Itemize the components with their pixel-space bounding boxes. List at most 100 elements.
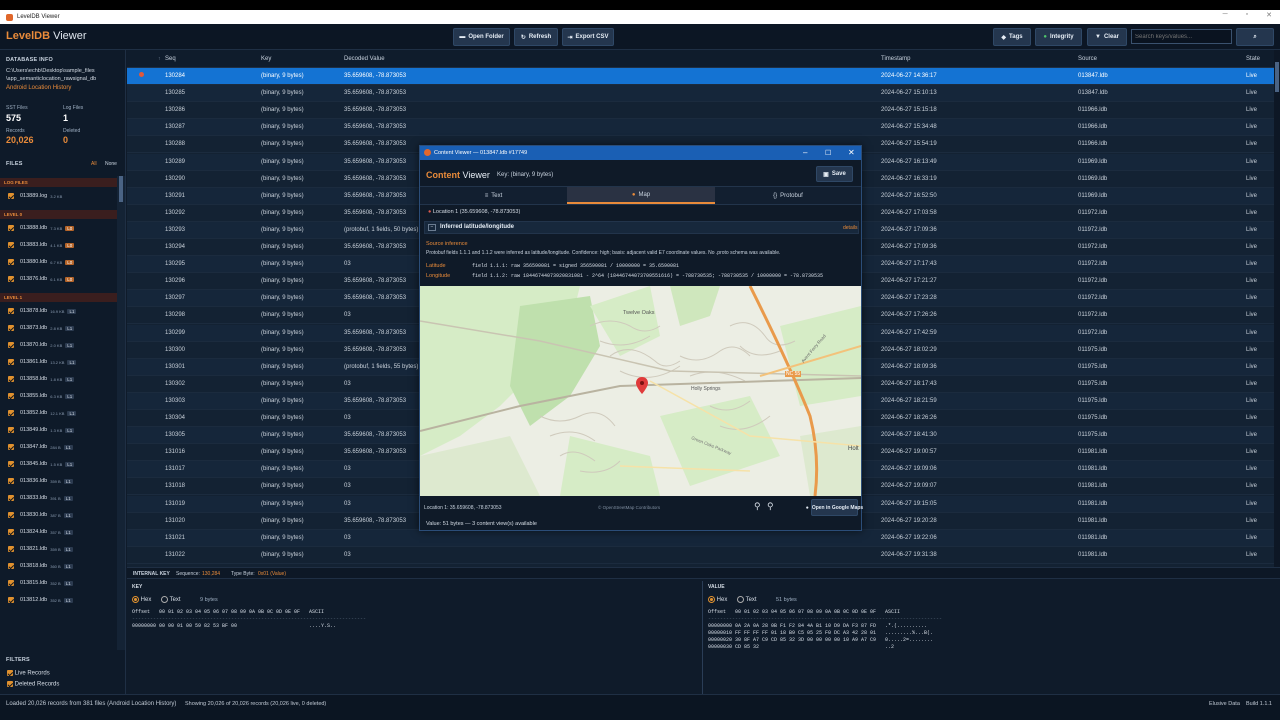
integrity-button[interactable]: ● Integrity xyxy=(1035,28,1082,46)
file-checkbox[interactable] xyxy=(8,563,14,569)
file-checkbox[interactable] xyxy=(8,225,14,231)
tab-text[interactable]: ≡ Text xyxy=(420,187,567,204)
col-state[interactable]: State xyxy=(1246,56,1260,62)
select-none-link[interactable]: None xyxy=(105,161,117,167)
cell-key: (binary, 9 bytes) xyxy=(261,261,304,268)
file-item[interactable]: 013849.ldb 1.3 KB L1 xyxy=(8,425,75,435)
file-checkbox[interactable] xyxy=(8,461,14,467)
dialog-minimize-icon[interactable]: – xyxy=(803,148,807,157)
file-item[interactable]: 013873.ldb 2.8 KB L1 xyxy=(8,323,75,333)
table-scrollbar[interactable] xyxy=(1274,50,1280,567)
file-item[interactable]: 013889.log 3.2 KB xyxy=(8,191,62,201)
tags-button[interactable]: ◆ Tags xyxy=(993,28,1031,46)
live-records-checkbox[interactable]: Live Records xyxy=(7,670,50,677)
open-google-maps-button[interactable]: ● Open in Google Maps xyxy=(806,499,863,516)
file-checkbox[interactable] xyxy=(8,597,14,603)
file-item[interactable]: 013858.ldb 1.8 KB L1 xyxy=(8,374,75,384)
key-pane: KEY Hex Text 9 bytes Offset 00 01 02 03 … xyxy=(127,581,703,695)
file-checkbox[interactable] xyxy=(8,580,14,586)
select-all-link[interactable]: All xyxy=(91,161,97,167)
file-checkbox[interactable] xyxy=(8,546,14,552)
file-checkbox[interactable] xyxy=(8,512,14,518)
table-row[interactable]: 130285 (binary, 9 bytes) 35.659608, -78.87… xyxy=(127,85,1274,103)
file-checkbox[interactable] xyxy=(8,242,14,248)
clear-button[interactable]: ▼ Clear xyxy=(1087,28,1127,46)
file-checkbox[interactable] xyxy=(8,325,14,331)
value-hex-radio[interactable]: Hex xyxy=(708,596,727,603)
file-item[interactable]: 013880.ldb 6.7 KB L0 xyxy=(8,257,75,267)
file-checkbox[interactable] xyxy=(8,393,14,399)
key-text-radio[interactable]: Text xyxy=(161,596,181,603)
file-item[interactable]: 013821.ldb 359 B L1 xyxy=(8,544,73,554)
col-decoded-value[interactable]: Decoded Value xyxy=(344,56,385,62)
open-folder-button[interactable]: ▬ Open Folder xyxy=(453,28,510,46)
file-item[interactable]: 013845.ldb 1.5 KB L1 xyxy=(8,459,75,469)
file-item[interactable]: 013824.ldb 357 B L1 xyxy=(8,527,73,537)
col-timestamp[interactable]: Timestamp xyxy=(881,56,910,62)
file-item[interactable]: 013852.ldb 12.1 KB L1 xyxy=(8,408,77,418)
col-seq[interactable]: Seq xyxy=(165,56,176,62)
details-link[interactable]: details xyxy=(843,225,857,231)
file-checkbox[interactable] xyxy=(8,308,14,314)
file-item[interactable]: 013818.ldb 360 B L1 xyxy=(8,561,73,571)
minimize-icon[interactable]: ─ xyxy=(1223,11,1228,19)
sequence-value: 130,284 xyxy=(202,571,221,577)
key-hex-radio[interactable]: Hex xyxy=(132,596,151,603)
tab-map[interactable]: ● Map xyxy=(567,187,715,204)
maximize-icon[interactable]: ▫ xyxy=(1246,11,1248,19)
export-csv-button[interactable]: ⇥ Export CSV xyxy=(562,28,614,46)
dialog-key-info: Key: (binary, 9 bytes) xyxy=(497,172,554,178)
file-item[interactable]: 013833.ldb 391 B L1 xyxy=(8,493,73,503)
value-text-radio[interactable]: Text xyxy=(737,596,757,603)
col-source[interactable]: Source xyxy=(1078,56,1097,62)
file-item[interactable]: 013878.ldb 16.9 KB L1 xyxy=(8,306,77,316)
table-row[interactable]: 131021 (binary, 9 bytes) 03 2024-06-27 19:2… xyxy=(127,529,1274,547)
file-item[interactable]: 013836.ldb 359 B L1 xyxy=(8,476,73,486)
file-item[interactable]: 013847.ldb 284 B L1 xyxy=(8,442,73,452)
table-row[interactable]: 130287 (binary, 9 bytes) 35.659608, -78.87… xyxy=(127,119,1274,137)
file-checkbox[interactable] xyxy=(8,342,14,348)
file-checkbox[interactable] xyxy=(8,410,14,416)
col-key[interactable]: Key xyxy=(261,56,271,62)
file-item[interactable]: 013855.ldb 6.3 KB L1 xyxy=(8,391,75,401)
refresh-button[interactable]: ↻ Refresh xyxy=(514,28,558,46)
tab-protobuf[interactable]: {} Protobuf xyxy=(715,187,861,204)
file-checkbox[interactable] xyxy=(8,193,14,199)
dialog-close-icon[interactable]: ✕ xyxy=(848,148,855,157)
close-icon[interactable]: ✕ xyxy=(1266,11,1272,19)
file-size: 284 B xyxy=(50,444,61,450)
deleted-records-checkbox[interactable]: Deleted Records xyxy=(7,681,59,688)
file-checkbox[interactable] xyxy=(8,276,14,282)
save-button[interactable]: ▣ Save xyxy=(816,166,853,182)
search-button[interactable]: ⌕ xyxy=(1236,28,1274,46)
file-checkbox[interactable] xyxy=(8,427,14,433)
file-checkbox[interactable] xyxy=(8,529,14,535)
map-view[interactable]: Twelve Oaks Holly Springs Green Oaks Par… xyxy=(420,286,861,496)
file-list-scrollbar[interactable] xyxy=(117,176,125,650)
file-checkbox[interactable] xyxy=(8,376,14,382)
file-item[interactable]: 013812.ldb 352 B L1 xyxy=(8,595,73,605)
cell-seq: 130294 xyxy=(165,244,186,250)
file-item[interactable]: 013870.ldb 2.0 KB L1 xyxy=(8,340,75,350)
file-item[interactable]: 013815.ldb 352 B L1 xyxy=(8,578,73,588)
file-checkbox[interactable] xyxy=(8,359,14,365)
file-checkbox[interactable] xyxy=(8,495,14,501)
file-item[interactable]: 013861.ldb 13.2 KB L1 xyxy=(8,357,77,367)
file-checkbox[interactable] xyxy=(8,259,14,265)
cell-timestamp: 2024-06-27 15:54:19 xyxy=(881,141,937,148)
cell-seq: 130299 xyxy=(165,329,186,336)
inferred-section-header[interactable]: − Inferred latitude/longitude details xyxy=(424,221,859,234)
table-row[interactable]: 131022 (binary, 9 bytes) 03 2024-06-27 19:3… xyxy=(127,547,1274,564)
zoom-out-icon[interactable]: ⚲ xyxy=(767,501,774,512)
file-checkbox[interactable] xyxy=(8,478,14,484)
file-checkbox[interactable] xyxy=(8,444,14,450)
file-item[interactable]: 013830.ldb 387 B L1 xyxy=(8,510,73,520)
file-item[interactable]: 013888.ldb 7.3 KB L0 xyxy=(8,223,75,233)
search-input[interactable] xyxy=(1131,29,1232,44)
zoom-in-icon[interactable]: ⚲ xyxy=(754,501,761,512)
file-item[interactable]: 013883.ldb 4.1 KB L0 xyxy=(8,240,75,250)
file-item[interactable]: 013876.ldb 6.1 KB L0 xyxy=(8,274,75,284)
table-row[interactable]: 130286 (binary, 9 bytes) 35.659608, -78.87… xyxy=(127,102,1274,120)
dialog-maximize-icon[interactable]: ☐ xyxy=(825,149,831,157)
table-row[interactable]: 130284 (binary, 9 bytes) 35.659608, -78.87… xyxy=(127,68,1274,85)
